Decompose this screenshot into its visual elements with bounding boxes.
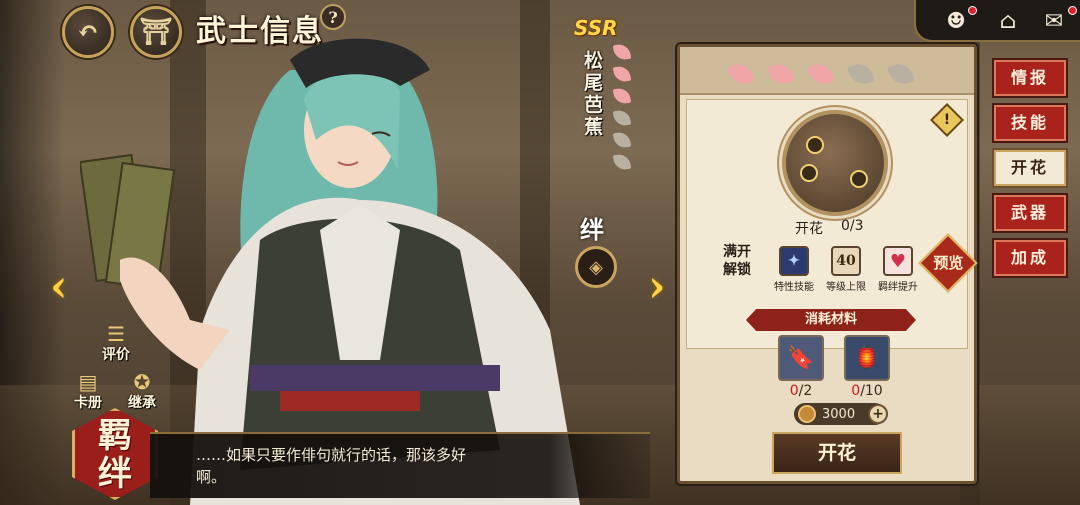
skill-icon: ✦: [779, 246, 809, 276]
person-icon: ☻: [946, 8, 966, 34]
petal-icon: [612, 86, 632, 106]
petal-icon: [726, 59, 756, 89]
bloom-panel: ! 开花 0/3 满开解锁 ✦ 特性技能 40 等级上限 ♥ 羁绊提升 预览 消…: [677, 44, 978, 484]
page-title: 武士信息: [196, 14, 324, 49]
help-button[interactable]: ?: [320, 4, 346, 30]
tab-bonus[interactable]: 加成: [992, 238, 1068, 278]
petal-icon: [846, 59, 876, 89]
petal-icon: [766, 59, 796, 89]
header: ↶ ⛩ 武士信息 ?: [48, 0, 348, 62]
preview-label: 预览: [933, 254, 964, 273]
top-right-bar: ☻ ⌂ ✉: [914, 0, 1080, 42]
dialog-line: 啊。: [196, 468, 227, 486]
character-name: 松 尾 芭 蕉: [584, 50, 608, 138]
rarity-badge: SSR: [574, 16, 618, 40]
seal-icon: ◈: [589, 256, 603, 278]
tab-bloom[interactable]: 开花: [992, 148, 1068, 188]
level-cap-value: 40: [836, 253, 856, 269]
castle-icon: ⛩: [139, 17, 173, 47]
dialog-line: ……如果只要作俳句就行的话，那该多好: [196, 446, 467, 464]
name-char: 尾: [584, 72, 604, 94]
tab-info[interactable]: 情报: [992, 58, 1068, 98]
side-tab-list: 情报 技能 开花 武器 加成: [992, 58, 1070, 283]
petal-icon: [612, 152, 632, 172]
bloom-node: [850, 170, 868, 188]
name-char: 松: [584, 50, 604, 72]
album-label: 卡册: [74, 395, 102, 411]
petal-icon: [612, 108, 632, 128]
add-coin-button[interactable]: +: [868, 404, 888, 424]
album-button[interactable]: ▤ 卡册: [60, 360, 116, 420]
inherit-label: 继承: [128, 395, 156, 411]
material-have: 0: [789, 383, 799, 399]
lantern-icon: 🏮: [853, 345, 881, 371]
bloom-node: [806, 136, 824, 154]
material-need: /2: [798, 383, 813, 399]
back-arrow-icon: ↶: [77, 17, 99, 47]
material-count-talisman: 0/2: [771, 383, 831, 399]
tab-skills[interactable]: 技能: [992, 103, 1068, 143]
inherit-button[interactable]: ✪ 继承: [114, 360, 170, 420]
home-button[interactable]: ⛩: [130, 6, 182, 58]
bloom-petal-column: [612, 42, 632, 176]
bond-glyph: 绊: [580, 215, 604, 244]
notification-dot: [968, 6, 977, 15]
coin-amount: 3000: [822, 406, 856, 422]
bloom-node: [800, 164, 818, 182]
bloom-count: 0/3: [841, 218, 864, 234]
back-button[interactable]: ↶: [62, 6, 114, 58]
character-dialog: ……如果只要作俳句就行的话，那该多好 啊。: [150, 432, 650, 498]
name-char: 芭: [584, 94, 604, 116]
envelope-icon: ✉: [1044, 8, 1064, 34]
materials-title: 消耗材料: [746, 309, 916, 331]
material-talisman[interactable]: 🔖: [778, 335, 824, 381]
name-char: 蕉: [584, 116, 604, 138]
material-lantern[interactable]: 🏮: [844, 335, 890, 381]
bloom-action-button[interactable]: 开花: [772, 432, 902, 474]
material-count-lantern: 0/10: [837, 383, 897, 399]
material-need: /10: [860, 383, 883, 399]
mail-button[interactable]: ✉: [1036, 6, 1072, 36]
material-have: 0: [851, 383, 861, 399]
petal-icon: [612, 130, 632, 150]
main-menu-button[interactable]: ⌂: [990, 6, 1026, 36]
talisman-icon: 🔖: [787, 345, 815, 371]
level-cap-icon: 40: [831, 246, 861, 276]
petal-icon: [806, 59, 836, 89]
petal-icon: [612, 42, 632, 62]
prev-character-arrow[interactable]: ‹: [50, 262, 72, 312]
house-up-icon: ⌂: [999, 8, 1017, 34]
unlock-bond-boost[interactable]: ♥ 羁绊提升: [867, 246, 929, 293]
petal-icon: [886, 59, 916, 89]
heart-icon: ♥: [883, 246, 913, 276]
warning-icon[interactable]: !: [930, 103, 964, 137]
unlock-heading: 满开解锁: [723, 244, 751, 278]
tab-weapon[interactable]: 武器: [992, 193, 1068, 233]
bloom-petal-row: [680, 47, 974, 95]
bloom-tree-icon: [782, 110, 888, 216]
next-character-arrow[interactable]: ›: [648, 262, 670, 312]
coin-icon: [798, 405, 816, 423]
unlock-label: 羁绊提升: [878, 282, 918, 293]
seal-button[interactable]: ◈: [575, 246, 617, 288]
mail-notification-dot: [1068, 6, 1077, 15]
bloom-label: 开花: [795, 221, 823, 237]
petal-icon: [612, 64, 632, 84]
